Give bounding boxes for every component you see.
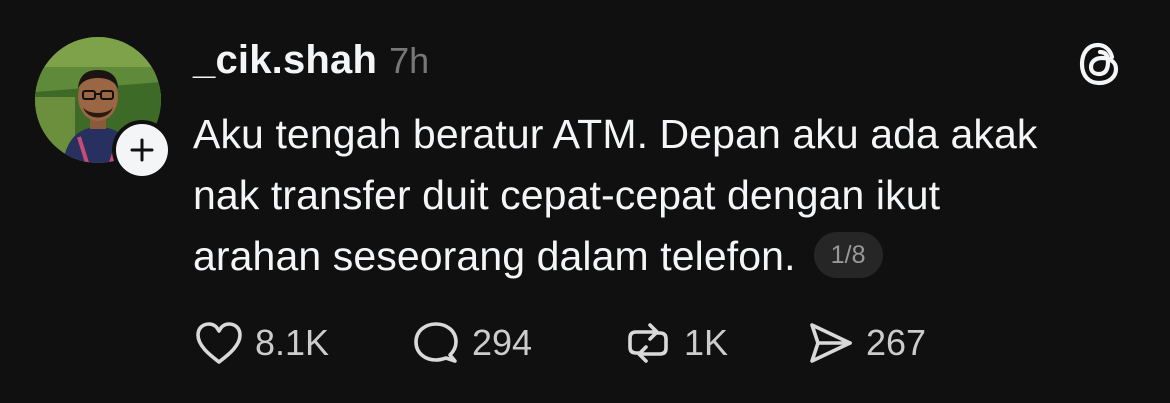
post-text: Aku tengah beratur ATM. Depan aku ada ak… (193, 104, 1153, 287)
repost-arrows-icon (628, 323, 668, 363)
post-header: _cik.shah 7h (193, 38, 429, 86)
reply-button[interactable]: 294 (410, 319, 622, 367)
share-count: 267 (866, 322, 927, 363)
speech-bubble-icon (414, 322, 458, 363)
threads-logo-icon[interactable] (1076, 40, 1124, 88)
post-text-line: arahan seseorang dalam telefon. (193, 233, 796, 279)
plus-icon (130, 138, 154, 162)
thread-post: _cik.shah 7h Aku tengah beratur ATM. Dep… (0, 0, 1170, 403)
like-button[interactable]: 8.1K (193, 319, 410, 367)
send-icon (810, 323, 852, 363)
heart-icon (196, 322, 242, 364)
username[interactable]: _cik.shah (193, 38, 377, 83)
follow-button[interactable] (112, 120, 172, 180)
like-count: 8.1K (255, 322, 330, 363)
reply-count: 294 (472, 322, 533, 363)
page-counter: 1/8 (813, 232, 883, 279)
repost-count: 1K (684, 322, 729, 363)
repost-button[interactable]: 1K (622, 319, 804, 367)
follow-button-inner[interactable] (116, 124, 168, 176)
post-text-line: Aku tengah beratur ATM. Depan aku ada ak… (193, 111, 1038, 157)
timestamp: 7h (389, 40, 430, 81)
action-bar: 8.1K 294 1K 267 (193, 318, 926, 368)
share-button[interactable]: 267 (804, 319, 926, 367)
post-text-line-last: arahan seseorang dalam telefon. 1/8 (193, 226, 1153, 287)
post-text-line: nak transfer duit cepat-cepat dengan iku… (193, 172, 941, 218)
